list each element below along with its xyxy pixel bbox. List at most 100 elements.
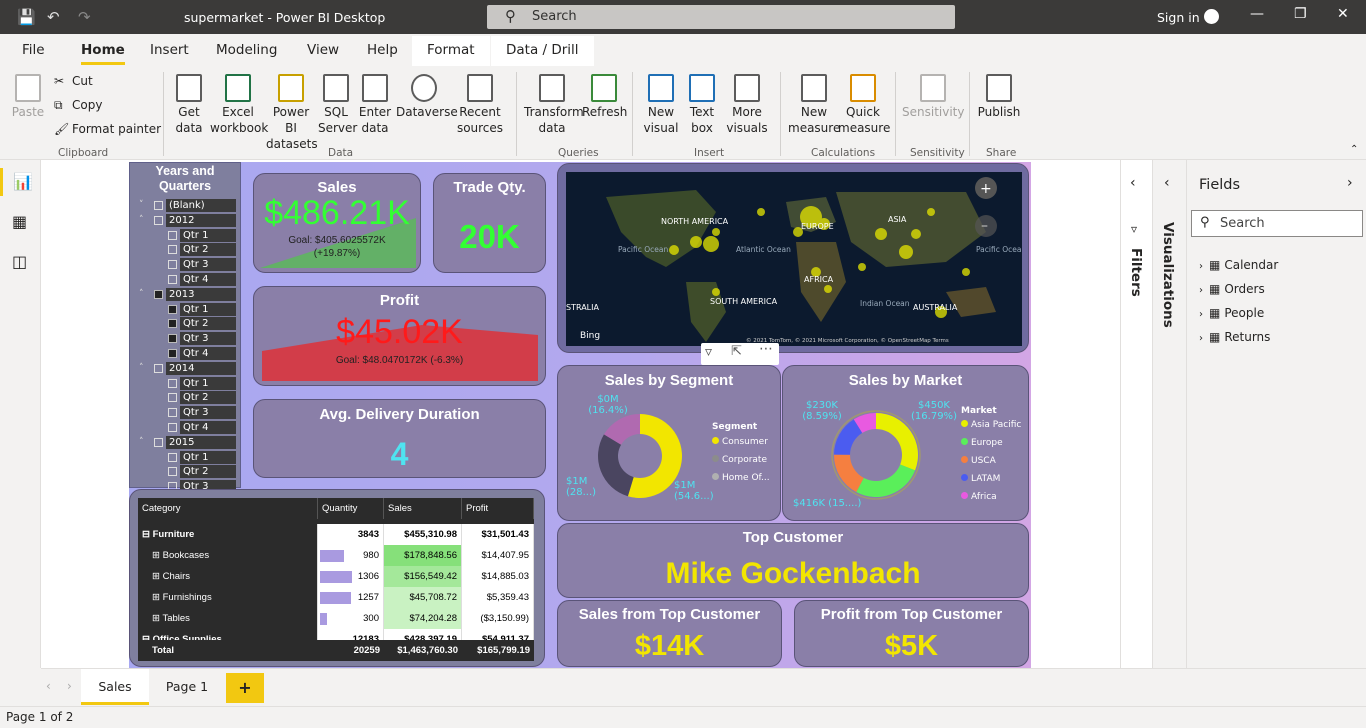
search-box[interactable]: ⚲ Search <box>487 5 955 29</box>
slicer-item[interactable]: Qtr 2 <box>180 243 236 257</box>
tab-view[interactable]: View <box>307 42 339 58</box>
tab-insert[interactable]: Insert <box>150 42 189 58</box>
fields-search-input[interactable]: ⚲ Search <box>1191 210 1363 237</box>
slicer-checkbox[interactable] <box>168 452 177 462</box>
refresh-button[interactable]: Refresh <box>582 74 627 120</box>
undo-icon[interactable]: ↶ <box>47 8 60 26</box>
collapse-fields-icon[interactable]: › <box>1347 175 1353 191</box>
segment-donut[interactable] <box>596 412 684 500</box>
slicer-item[interactable]: Qtr 4 <box>180 421 236 434</box>
more-options-icon[interactable]: ⋯ <box>759 341 773 357</box>
market-legend-item[interactable]: Asia Pacific <box>961 420 1021 430</box>
slicer-checkbox[interactable] <box>168 349 177 358</box>
slicer-checkbox[interactable] <box>168 393 177 403</box>
column-header[interactable]: Category <box>138 498 318 519</box>
market-chart-card[interactable]: Sales by Market $230K (8.59%) $450K (16.… <box>782 365 1029 521</box>
model-view-icon[interactable]: ◫ <box>12 252 27 271</box>
focus-mode-icon[interactable]: ⇱ <box>731 344 742 359</box>
minimize-icon[interactable]: — <box>1250 6 1264 22</box>
copy-button[interactable]: ⧉ Copy <box>54 98 102 112</box>
recent-sources-button[interactable]: Recent sources <box>452 74 508 136</box>
collapse-viz-icon[interactable]: ‹ <box>1164 175 1170 191</box>
expand-icon[interactable]: ˄ <box>139 437 144 447</box>
close-icon[interactable]: ✕ <box>1337 6 1349 22</box>
expand-icon[interactable]: ⊞ <box>152 571 163 582</box>
redo-icon[interactable]: ↷ <box>78 8 91 26</box>
table-row[interactable]: ⊞ Tables 300 $74,204.28 ($3,150.99) <box>138 608 534 629</box>
profit-top-customer-card[interactable]: Profit from Top Customer $5K <box>794 600 1029 667</box>
slicer-checkbox[interactable] <box>168 275 177 284</box>
report-view-icon[interactable]: 📊 <box>13 172 33 191</box>
slicer-checkbox[interactable] <box>154 437 163 447</box>
new-measure-button[interactable]: New measure <box>788 74 840 136</box>
slicer-checkbox[interactable] <box>168 319 177 329</box>
slicer-checkbox[interactable] <box>168 423 177 432</box>
expand-icon[interactable]: ⊞ <box>152 613 162 624</box>
expand-icon[interactable]: ⊞ <box>152 592 163 603</box>
data-view-icon[interactable]: ▦ <box>12 212 27 231</box>
expand-icon[interactable]: ˅ <box>139 200 144 210</box>
slicer-item[interactable]: Qtr 3 <box>180 406 236 420</box>
slicer-item[interactable]: 2013 <box>166 287 236 301</box>
segment-legend-item[interactable]: Consumer <box>712 437 768 447</box>
segment-slice[interactable] <box>598 434 634 497</box>
add-page-button[interactable]: + <box>226 673 264 703</box>
slicer-checkbox[interactable] <box>168 230 177 240</box>
slicer-item[interactable]: Qtr 2 <box>180 317 236 331</box>
slicer-checkbox[interactable] <box>154 363 163 373</box>
world-map[interactable]: NORTH AMERICA ASIA EUROPE Pacific Ocean … <box>566 172 1022 346</box>
filter-icon[interactable]: ▿ <box>705 344 712 360</box>
trade-qty-card[interactable]: Trade Qty. 20K <box>433 173 546 273</box>
slicer-checkbox[interactable] <box>154 215 163 225</box>
filters-label[interactable]: Filters <box>1128 248 1144 297</box>
powerbi-datasets-button[interactable]: Power BI datasets <box>266 74 318 152</box>
sql-server-button[interactable]: SQL Server <box>318 74 357 136</box>
more-visuals-button[interactable]: More visuals <box>722 74 772 136</box>
sign-in-link[interactable]: Sign in <box>1157 10 1200 25</box>
publish-button[interactable]: Publish <box>976 74 1022 120</box>
text-box-button[interactable]: Text box <box>684 74 720 136</box>
format-painter-button[interactable]: 🖌 Format painter <box>54 122 161 136</box>
slicer-item[interactable]: Qtr 2 <box>180 391 236 405</box>
expand-icon[interactable]: ˄ <box>139 215 144 225</box>
slicer-item[interactable]: Qtr 3 <box>180 258 236 272</box>
slicer-item[interactable]: Qtr 4 <box>180 273 236 286</box>
collapse-filters-icon[interactable]: ‹ <box>1130 175 1136 191</box>
expand-icon[interactable]: ⊞ <box>152 550 163 561</box>
sales-kpi-card[interactable]: Sales $486.21K Goal: $405.6025572K (+19.… <box>253 173 421 273</box>
slicer-item[interactable]: Qtr 1 <box>180 450 236 464</box>
collapse-ribbon-icon[interactable]: ⌃ <box>1350 144 1358 155</box>
market-slice[interactable] <box>856 464 916 497</box>
sales-top-customer-card[interactable]: Sales from Top Customer $14K <box>557 600 782 667</box>
slicer-item[interactable]: 2015 <box>166 435 236 449</box>
slicer-item[interactable]: Qtr 2 <box>180 465 236 479</box>
slicer-checkbox[interactable] <box>168 260 177 270</box>
slicer-checkbox[interactable] <box>168 467 177 477</box>
slicer-item[interactable]: Qtr 1 <box>180 302 236 316</box>
slicer-item[interactable]: Qtr 4 <box>180 347 236 360</box>
new-visual-button[interactable]: New visual <box>642 74 680 136</box>
slicer-checkbox[interactable] <box>154 201 163 210</box>
table-row[interactable]: ⊟ Furniture 3843 $455,310.98 $31,501.43 <box>138 524 534 545</box>
slicer-item[interactable]: Qtr 1 <box>180 376 236 390</box>
slicer-checkbox[interactable] <box>168 378 177 388</box>
dataverse-button[interactable]: Dataverse <box>396 74 458 120</box>
get-data-button[interactable]: Get data <box>170 74 208 136</box>
table-row[interactable]: ⊞ Bookcases 980 $178,848.56 $14,407.95 <box>138 545 534 566</box>
tab-format[interactable]: Format <box>412 36 490 66</box>
prev-page-icon[interactable]: ‹ <box>46 679 51 693</box>
profit-kpi-card[interactable]: Profit $45.02K Goal: $48.0470172K (-6.3%… <box>253 286 546 386</box>
slicer-checkbox[interactable] <box>154 289 163 299</box>
slicer-item[interactable]: (Blank) <box>166 199 236 212</box>
slicer-item[interactable]: Qtr 3 <box>180 332 236 346</box>
top-customer-card[interactable]: Top Customer Mike Gockenbach <box>557 523 1029 598</box>
tab-file[interactable]: File <box>22 42 45 58</box>
market-legend-item[interactable]: LATAM <box>961 474 1000 484</box>
map-card[interactable]: NORTH AMERICA ASIA EUROPE Pacific Ocean … <box>557 163 1029 353</box>
field-table-calendar[interactable]: › ▦ Calendar <box>1199 258 1278 272</box>
page-tab-page1[interactable]: Page 1 <box>149 669 225 705</box>
save-icon[interactable]: 💾 <box>17 8 36 26</box>
slicer-item[interactable]: 2014 <box>166 361 236 375</box>
market-legend-item[interactable]: Africa <box>961 492 997 502</box>
excel-workbook-button[interactable]: Excel workbook <box>210 74 268 136</box>
